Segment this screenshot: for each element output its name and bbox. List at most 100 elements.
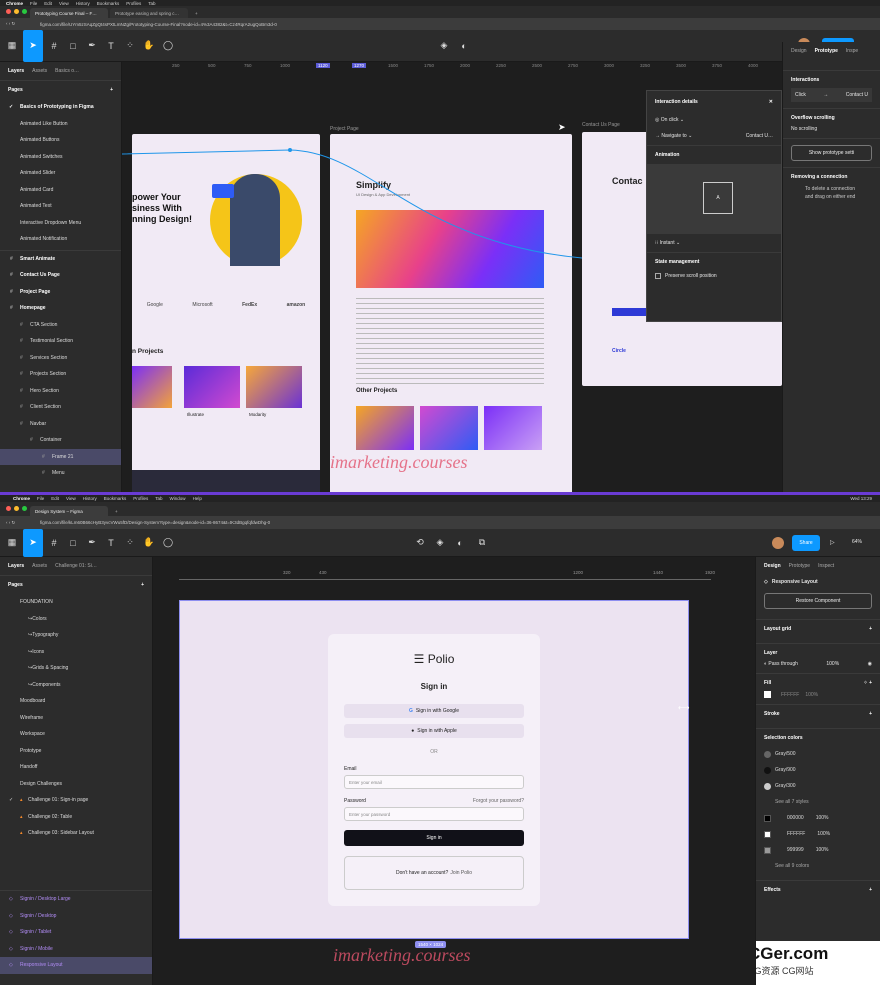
page-item[interactable]: ↪Colors	[0, 611, 152, 628]
page-item[interactable]: Animated Like Button	[0, 116, 121, 133]
add-page-icon[interactable]: +	[141, 582, 144, 588]
style-row[interactable]: Gray/300	[764, 778, 872, 794]
color-hex[interactable]: 999999	[787, 847, 804, 853]
google-signin-button[interactable]: G Sign in with Google	[344, 704, 524, 718]
page-item[interactable]: Animated Buttons	[0, 132, 121, 149]
page-item[interactable]: FOUNDATION	[0, 594, 152, 611]
fill-swatch[interactable]	[764, 691, 771, 698]
color-hex[interactable]: 000000	[787, 815, 804, 821]
layer-item[interactable]: Homepage #	[0, 300, 121, 317]
page-item[interactable]: ↪Icons	[0, 644, 152, 661]
menu-item[interactable]: Profiles	[133, 496, 148, 501]
layer-item[interactable]: Container #	[0, 432, 121, 449]
page-item[interactable]: Animated Slider	[0, 165, 121, 182]
page-item[interactable]: Challenge 02: Table ▴	[0, 809, 152, 826]
pen-tool-icon[interactable]: ✒	[84, 38, 100, 54]
apple-signin-button[interactable]: ● Sign in with Apple	[344, 724, 524, 738]
page-item[interactable]: Design Challenges	[0, 776, 152, 793]
move-tool-icon[interactable]: ➤	[23, 29, 43, 62]
tab-layers[interactable]: Layers	[8, 563, 24, 569]
menu-item[interactable]: View	[66, 496, 76, 501]
address-bar-bottom[interactable]: ‹ › ↻ figma.com/file/kLm60B66cHyB3yvcVWu…	[0, 516, 880, 529]
color-opacity[interactable]: 100%	[817, 831, 830, 837]
maximize-dot-icon[interactable]	[22, 506, 27, 511]
add-icon[interactable]: +	[869, 887, 872, 893]
page-item[interactable]: Animated Card	[0, 182, 121, 199]
contrast-icon[interactable]: ◐	[452, 535, 468, 551]
color-opacity[interactable]: 100%	[816, 847, 829, 853]
menu-item[interactable]: Edit	[51, 496, 59, 501]
comment-tool-icon[interactable]: ◯	[160, 535, 176, 551]
hand-tool-icon[interactable]: ✋	[141, 38, 157, 54]
fill-hex[interactable]: FFFFFF	[781, 692, 799, 698]
menu-item[interactable]: History	[76, 1, 90, 6]
page-item[interactable]: Animated Switches	[0, 149, 121, 166]
address-bar-top[interactable]: ‹ › ↻ figma.com/file/UYm5zSAqZgQt4sPXtLm…	[0, 18, 880, 30]
color-swatch[interactable]	[764, 846, 771, 854]
page-item[interactable]: Challenge 01: Sign-in page▴	[0, 792, 152, 809]
add-icon[interactable]: +	[869, 626, 872, 632]
trigger-dropdown[interactable]: ◎ On click ⌄	[647, 113, 781, 127]
browser-tab[interactable]: Design System – Figma	[30, 506, 108, 516]
preserve-checkbox[interactable]	[655, 273, 661, 279]
blend-mode-dropdown[interactable]: ◐ Pass through	[764, 661, 798, 667]
add-page-icon[interactable]: +	[110, 87, 113, 93]
page-item[interactable]: Prototype	[0, 743, 152, 760]
page-item[interactable]: ↪Components	[0, 677, 152, 694]
page-item[interactable]: Moodboard	[0, 693, 152, 710]
browser-tab[interactable]: Prototype easing and spring c…	[110, 8, 188, 18]
color-swatch[interactable]	[764, 814, 771, 822]
tab-page[interactable]: Challenge 01: Si…	[55, 563, 97, 569]
component-icon[interactable]: ◈	[436, 38, 452, 54]
layer-item[interactable]: Hero Section #	[0, 383, 121, 400]
menu-item[interactable]: Chrome	[13, 496, 30, 501]
layer-item[interactable]: Frame 21 #	[0, 448, 121, 465]
signin-button[interactable]: Sign in	[344, 830, 524, 846]
tab-prototype[interactable]: Prototype	[789, 563, 810, 569]
canvas-bottom[interactable]: 320 430 1200 1440 1920 ☰ Polio Sign in G Sign…	[153, 557, 755, 985]
boolean-icon[interactable]: ⧉	[474, 535, 490, 551]
layer-item[interactable]: Smart Animate #	[0, 251, 121, 268]
layer-item[interactable]: Project Page #	[0, 284, 121, 301]
canvas-top[interactable]: 250 500 750 1000 1120 1270 1500 1750 2000 2250 250…	[122, 62, 782, 492]
add-icon[interactable]: +	[869, 711, 872, 717]
close-icon[interactable]: ✕	[769, 99, 773, 105]
page-item[interactable]: ↪Typography	[0, 627, 152, 644]
layer-item[interactable]: CTA Section #	[0, 317, 121, 334]
avatar[interactable]	[772, 537, 784, 549]
menu-item[interactable]: File	[30, 1, 37, 6]
layer-opacity[interactable]: 100%	[826, 661, 839, 667]
comment-tool-icon[interactable]: ◯	[160, 38, 176, 54]
password-input[interactable]: Enter your password	[344, 807, 524, 821]
layer-item[interactable]: Menu #	[0, 465, 121, 482]
tab-design[interactable]: Design	[764, 563, 781, 569]
shape-tool-icon[interactable]: □	[65, 38, 81, 54]
move-tool-icon[interactable]: ➤	[23, 528, 43, 557]
frame-tool-icon[interactable]: #	[46, 38, 62, 54]
browser-tab[interactable]: Prototyping Course Final – F…	[30, 8, 108, 18]
menu-item[interactable]: File	[37, 496, 44, 501]
action-row[interactable]: → Navigate to ⌄ Contact U…	[647, 127, 781, 145]
contrast-icon[interactable]: ◐	[456, 38, 472, 54]
zoom-level[interactable]: 64%	[852, 539, 862, 545]
hand-tool-icon[interactable]: ✋	[141, 535, 157, 551]
forgot-password-link[interactable]: Forgot your password?	[473, 798, 524, 804]
components-icon[interactable]: ⁘	[122, 38, 138, 54]
color-opacity[interactable]: 100%	[816, 815, 829, 821]
minimize-dot-icon[interactable]	[14, 506, 19, 511]
close-dot-icon[interactable]	[6, 9, 11, 14]
text-tool-icon[interactable]: T	[103, 535, 119, 551]
color-row[interactable]: 999999 100%	[764, 842, 872, 858]
restore-component-button[interactable]: Restore Component	[764, 593, 872, 609]
fill-opacity[interactable]: 100%	[805, 692, 818, 698]
new-tab-icon[interactable]: +	[110, 506, 120, 516]
frame-item[interactable]: Signin / Desktop ◇	[0, 908, 152, 925]
new-tab-icon[interactable]: +	[190, 8, 200, 18]
page-item[interactable]: Workspace	[0, 726, 152, 743]
interaction-row[interactable]: Click → Contact U	[791, 88, 872, 102]
figma-menu-icon[interactable]: ▦	[4, 38, 20, 54]
menu-item[interactable]: View	[59, 1, 69, 6]
responsive-layout-frame[interactable]: ☰ Polio Sign in G Sign in with Google ● Si…	[179, 600, 689, 939]
page-item[interactable]: ↪Grids & Spacing	[0, 660, 152, 677]
minimize-dot-icon[interactable]	[14, 9, 19, 14]
